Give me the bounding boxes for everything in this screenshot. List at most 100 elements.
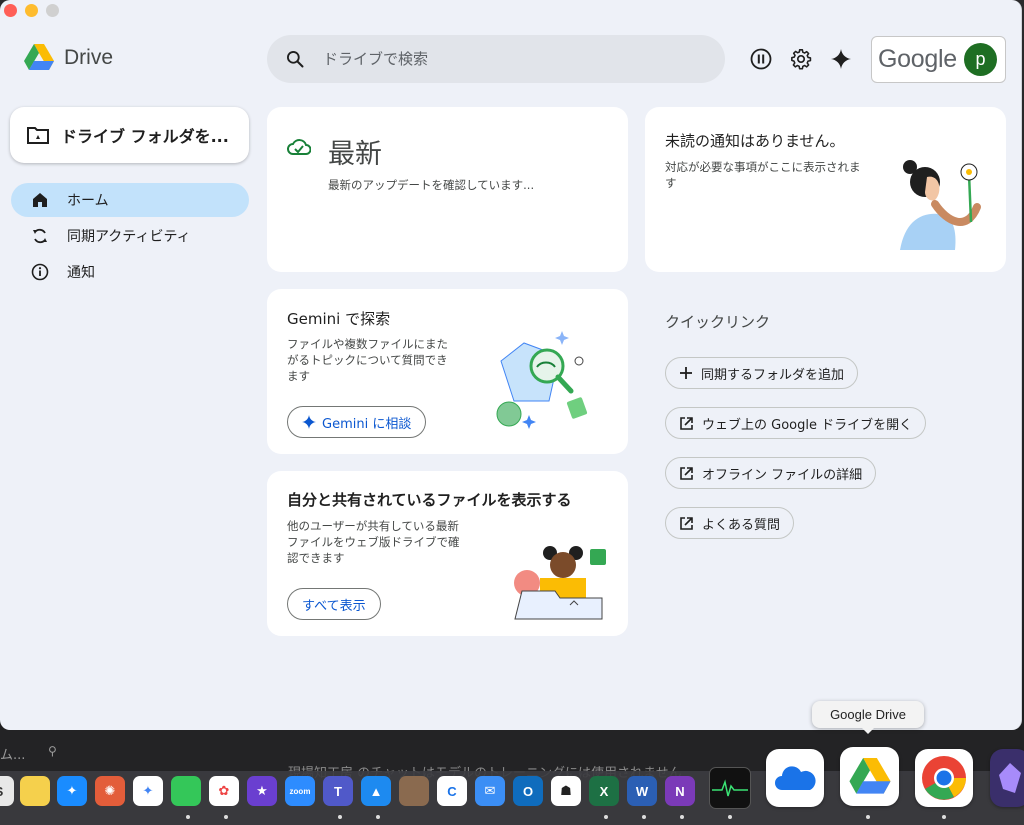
google-drive-app-icon[interactable] [840,747,899,806]
open-external-icon [680,466,693,480]
running-indicator [866,815,870,819]
shared-text-line: ファイルをウェブ版ドライブで確 [287,535,460,549]
quick-link-label: オフライン ファイルの詳細 [702,467,863,483]
plus-icon [680,367,692,379]
add-sync-folder-link[interactable]: 同期するフォルダを追加 [665,357,859,389]
onedrive-app-icon[interactable] [766,749,824,807]
messages-app-icon[interactable] [171,776,201,806]
status-title: 最新 [328,139,382,170]
teams-app-icon[interactable]: T [323,776,353,806]
cloud-app-icon[interactable]: C [437,776,467,806]
window-controls [4,4,59,17]
gemini-card: Gemini で探索 ファイルや複数ファイルにまた がるトピックについて質問でき… [267,289,628,454]
notifications-text-line: す [665,176,677,190]
gemini-text-line: がるトピックについて質問でき [287,353,448,367]
zoom-window-button[interactable] [46,4,59,17]
open-drive-web-link[interactable]: ウェブ上の Google ドライブを開く [665,407,927,439]
cloud-done-icon [287,139,311,155]
quick-link-label: ウェブ上の Google ドライブを開く [702,417,913,433]
quick-links-title: クイックリンク [665,313,771,331]
person-with-flower-illustration [900,160,981,250]
photos-app-icon[interactable]: ✿ [209,776,239,806]
running-indicator [728,815,732,819]
dock-app-icon[interactable]: S [0,776,14,806]
new-drive-folder-button[interactable]: ドライブ フォルダを... [10,107,249,163]
account-button[interactable]: Google p [871,36,1006,83]
zoom-app-icon[interactable]: zoom [285,776,315,806]
claude-app-icon[interactable]: ✺ [95,776,125,806]
activity-monitor-app-icon[interactable] [709,767,751,809]
status-text: 最新のアップデートを確認しています... [328,178,535,192]
shared-title: 自分と共有されているファイルを表示する [287,491,572,509]
quick-link-label: 同期するフォルダを追加 [701,367,845,383]
quick-link-label: よくある質問 [702,517,781,533]
minimize-window-button[interactable] [25,4,38,17]
new-drive-folder-label: ドライブ フォルダを... [61,127,229,146]
view-all-button[interactable]: すべて表示 [287,588,381,620]
gemini-sparkle-icon [302,415,316,429]
shared-text-line: 他のユーザーが共有している最新 [287,519,459,533]
safari-app-icon[interactable]: ✦ [57,776,87,806]
drive-window: Drive Google p ドライブ フォルダを... ホーム 同期アクティビ… [0,0,1022,730]
offline-files-link[interactable]: オフライン ファイルの詳細 [665,457,877,489]
gemini-text-line: ます [287,369,310,383]
shared-files-illustration [514,546,606,620]
drive-folder-icon [27,127,49,144]
faq-link[interactable]: よくある質問 [665,507,795,539]
running-indicator [604,815,608,819]
obsidian-app-icon[interactable] [990,749,1024,807]
mail-app-icon[interactable]: ✉ [475,776,505,806]
shared-text-line: 認できます [287,551,345,565]
drive-logo: Drive [24,44,113,71]
running-indicator [376,815,380,819]
word-app-icon[interactable]: W [627,776,657,806]
running-indicator [338,815,342,819]
onenote-app-icon[interactable]: N [665,776,695,806]
ask-gemini-label: Gemini に相談 [322,416,412,432]
open-external-icon [680,416,693,430]
running-indicator [680,815,684,819]
reader-app-icon[interactable]: ☗ [551,776,581,806]
sidebar-item-notifications[interactable]: 通知 [11,255,249,289]
notifications-text: 対応が必要な事項がここに表示されま す [665,159,861,191]
ask-gemini-button[interactable]: Gemini に相談 [287,406,427,438]
gemini-text: ファイルや複数ファイルにまた がるトピックについて質問でき ます [287,336,448,384]
gemini-app-icon[interactable]: ✦ [133,776,163,806]
app-name: Drive [64,45,114,69]
running-indicator [642,815,646,819]
running-indicator [186,815,190,819]
chrome-app-icon[interactable] [915,749,973,807]
preview-app-icon[interactable] [399,776,429,806]
sidebar-item-sync-activity[interactable]: 同期アクティビティ [11,219,249,253]
search-bar[interactable] [267,35,725,83]
view-all-label: すべて表示 [302,598,366,614]
notes-app-icon[interactable] [20,776,50,806]
open-external-icon [680,516,693,530]
close-window-button[interactable] [4,4,17,17]
outlook-app-icon[interactable]: O [513,776,543,806]
running-indicator [942,815,946,819]
shared-text: 他のユーザーが共有している最新 ファイルをウェブ版ドライブで確 認できます [287,518,460,566]
notifications-title: 未読の通知はありません。 [665,132,845,150]
home-icon [33,193,47,207]
keynote-app-icon[interactable]: ▲ [361,776,391,806]
sync-status-card: 最新 最新のアップデートを確認しています... [267,107,628,272]
gemini-sparkle-icon[interactable] [829,47,853,71]
info-icon [31,263,49,281]
sidebar-item-home[interactable]: ホーム [11,183,249,217]
sidebar-item-label: ホーム [67,193,109,209]
sync-icon [33,228,47,244]
sidebar-item-label: 同期アクティビティ [67,229,191,245]
avatar[interactable]: p [964,43,997,76]
sidebar-item-label: 通知 [67,265,95,281]
notifications-text-line: 対応が必要な事項がここに表示されま [665,160,861,174]
excel-app-icon[interactable]: X [589,776,619,806]
search-icon[interactable] [285,49,305,69]
dock-tooltip: Google Drive [812,701,924,734]
star-app-icon[interactable]: ★ [247,776,277,806]
pause-sync-icon[interactable] [749,47,773,71]
pin-icon: ⚲ [48,744,57,758]
background-text-left: ム... [0,748,26,763]
gear-icon[interactable] [789,47,813,71]
search-input[interactable] [323,50,703,68]
